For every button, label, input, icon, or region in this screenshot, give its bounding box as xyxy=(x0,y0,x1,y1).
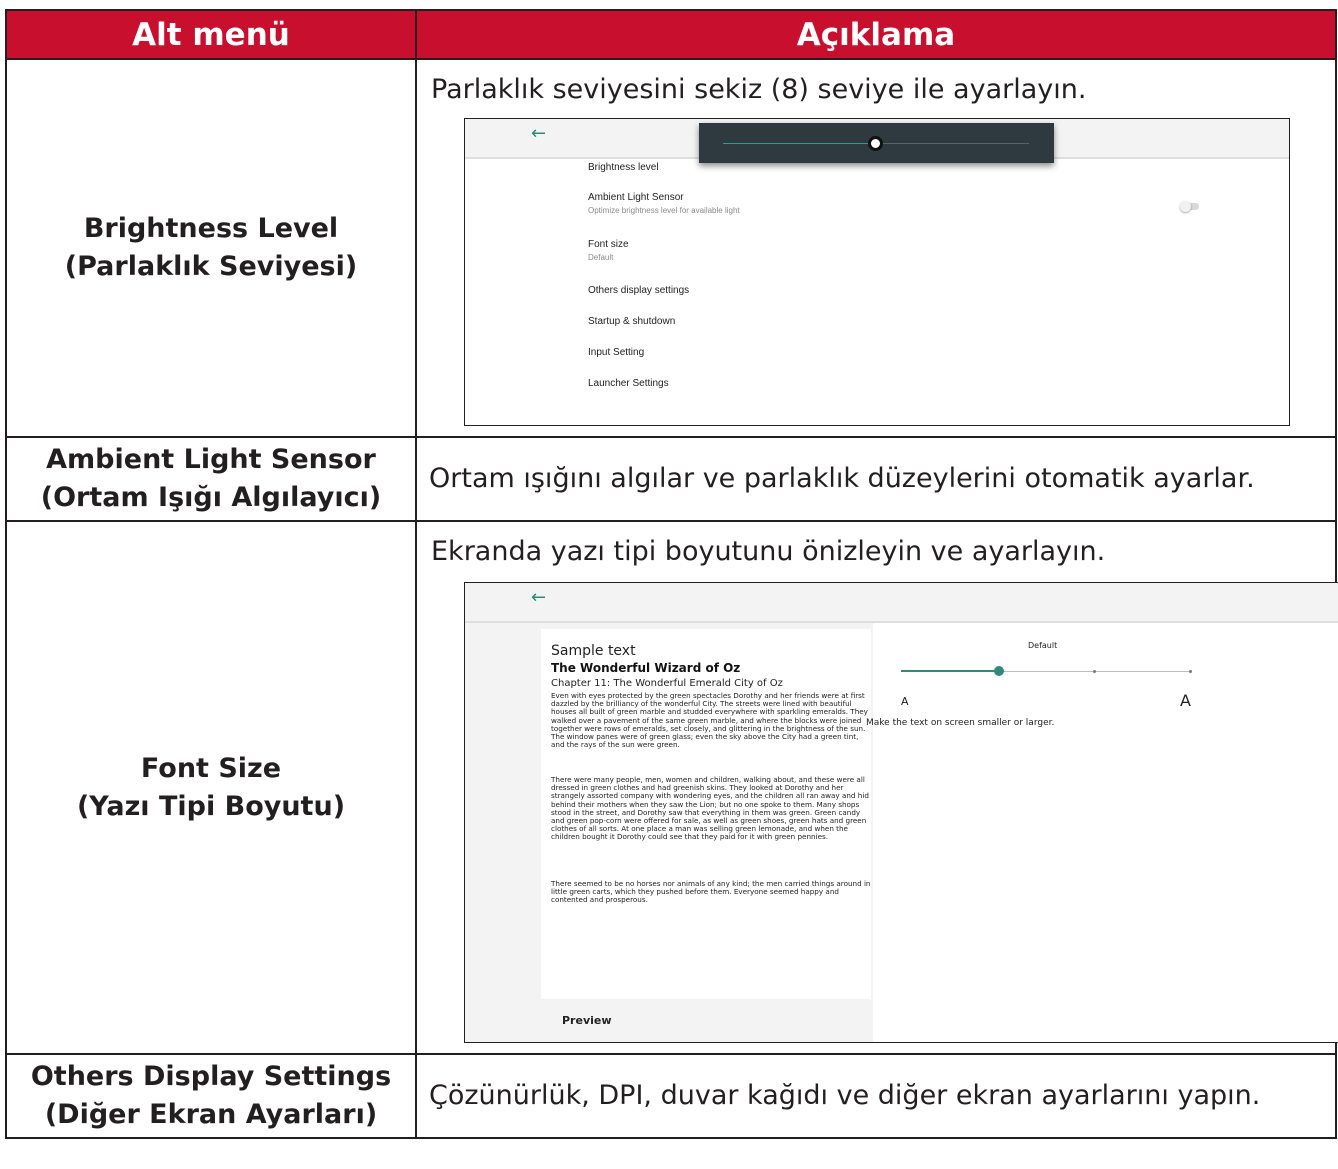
slider-track xyxy=(879,143,1029,144)
sample-paragraph-1: Even with eyes protected by the green sp… xyxy=(551,691,868,750)
row-title-en: Others Display Settings xyxy=(30,1061,392,1092)
font-slider-fill xyxy=(901,670,999,672)
font-size-screenshot: ← Sample text The Wonderful Wizard of Oz… xyxy=(464,582,1338,1043)
table-row: Ambient Light Sensor (Ortam Işığı Algıla… xyxy=(5,436,1337,522)
row-desc-cell: Parlaklık seviyesini sekiz (8) seviye il… xyxy=(415,58,1337,438)
back-arrow-icon[interactable]: ← xyxy=(531,587,546,608)
font-size-description: Make the text on screen smaller or large… xyxy=(866,718,1055,728)
toggle-knob xyxy=(1180,201,1191,212)
small-a-label: A xyxy=(901,695,909,708)
back-arrow-icon[interactable]: ← xyxy=(531,123,546,144)
app-bar: ← xyxy=(465,583,1338,623)
settings-item-font-size[interactable]: Font size xyxy=(588,239,629,250)
row-title-cell: Font Size (Yazı Tipi Boyutu) xyxy=(5,520,417,1055)
settings-item-font-size-sub: Default xyxy=(588,253,614,262)
font-size-value-label: Default xyxy=(1028,641,1058,650)
brightness-slider-popup[interactable] xyxy=(699,123,1054,163)
ambient-light-toggle[interactable] xyxy=(1180,201,1199,212)
row-desc-cell: Çözünürlük, DPI, duvar kağıdı ve diğer e… xyxy=(415,1053,1337,1139)
font-slider-thumb[interactable] xyxy=(994,666,1004,676)
row-title-en: Brightness Level xyxy=(83,213,339,244)
row-description: Parlaklık seviyesini sekiz (8) seviye il… xyxy=(431,74,1087,105)
chapter-title: Chapter 11: The Wonderful Emerald City o… xyxy=(551,678,783,689)
sample-text-title: Sample text xyxy=(551,643,636,659)
font-slider-step xyxy=(1093,670,1096,673)
settings-item-ambient-sub: Optimize brightness level for available … xyxy=(588,206,740,215)
header-submenu: Alt menü xyxy=(5,9,417,60)
sample-text-card: Sample text The Wonderful Wizard of Oz C… xyxy=(541,629,871,999)
font-slider-step xyxy=(1189,670,1192,673)
preview-label: Preview xyxy=(562,1014,612,1027)
row-title-tr: (Parlaklık Seviyesi) xyxy=(64,251,358,282)
row-title-cell: Ambient Light Sensor (Ortam Işığı Algıla… xyxy=(5,436,417,522)
settings-item-ambient-light-sensor[interactable]: Ambient Light Sensor xyxy=(588,192,684,203)
row-title-cell: Others Display Settings (Diğer Ekran Aya… xyxy=(5,1053,417,1139)
row-description: Ekranda yazı tipi boyutunu önizleyin ve … xyxy=(431,536,1106,567)
sample-paragraph-3: There seemed to be no horses nor animals… xyxy=(551,879,871,905)
row-title-en: Ambient Light Sensor xyxy=(46,444,376,475)
settings-item-startup-shutdown[interactable]: Startup & shutdown xyxy=(588,316,675,327)
row-desc-cell: Ekranda yazı tipi boyutunu önizleyin ve … xyxy=(415,520,1338,1055)
row-title-tr: (Yazı Tipi Boyutu) xyxy=(76,790,346,822)
row-desc-cell: Ortam ışığını algılar ve parlaklık düzey… xyxy=(415,436,1337,522)
table-header-row: Alt menü Açıklama xyxy=(5,9,1337,60)
large-a-label: A xyxy=(1180,691,1191,710)
settings-item-launcher-settings[interactable]: Launcher Settings xyxy=(588,378,669,389)
settings-item-others-display[interactable]: Others display settings xyxy=(588,285,689,296)
row-title-tr: (Ortam Işığı Algılayıcı) xyxy=(40,482,382,513)
slider-fill xyxy=(723,143,873,144)
brightness-screenshot: ← Brightness level Ambient Light Sensor … xyxy=(464,118,1290,426)
settings-item-brightness-level[interactable]: Brightness level xyxy=(588,162,659,173)
table-row: Font Size (Yazı Tipi Boyutu) Ekranda yaz… xyxy=(5,520,1338,1055)
header-description: Açıklama xyxy=(415,9,1337,60)
row-title-en: Font Size xyxy=(140,752,282,784)
sample-paragraph-2: There were many people, men, women and c… xyxy=(551,775,869,842)
row-title-cell: Brightness Level (Parlaklık Seviyesi) xyxy=(5,58,417,438)
row-description: Ortam ışığını algılar ve parlaklık düzey… xyxy=(429,463,1255,494)
row-title-tr: (Diğer Ekran Ayarları) xyxy=(44,1099,378,1130)
row-description: Çözünürlük, DPI, duvar kağıdı ve diğer e… xyxy=(429,1080,1261,1111)
table-row: Brightness Level (Parlaklık Seviyesi) Pa… xyxy=(5,58,1337,438)
slider-thumb[interactable] xyxy=(868,136,883,151)
book-title: The Wonderful Wizard of Oz xyxy=(551,661,741,675)
settings-item-input-setting[interactable]: Input Setting xyxy=(588,347,644,358)
submenu-table: Alt menü Açıklama Brightness Level (Parl… xyxy=(5,9,1338,1139)
table-row: Others Display Settings (Diğer Ekran Aya… xyxy=(5,1053,1337,1139)
